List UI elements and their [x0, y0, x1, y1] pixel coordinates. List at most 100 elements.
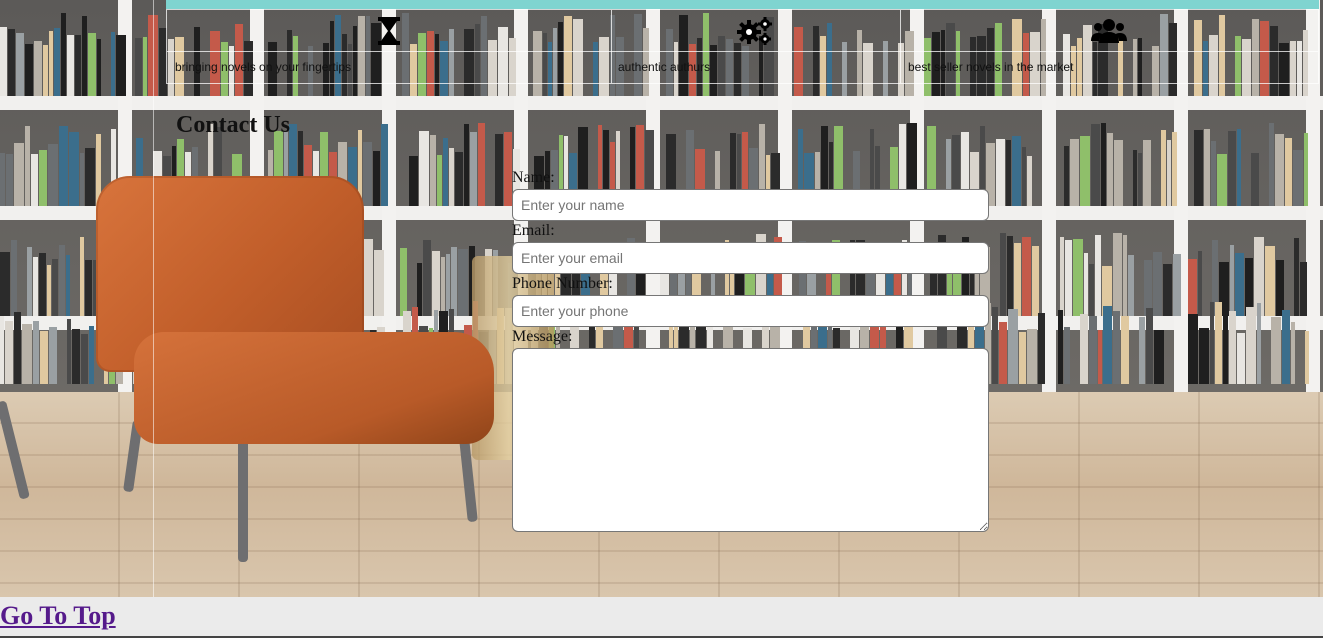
book-spine	[455, 152, 463, 206]
book-spine	[0, 316, 4, 384]
book-spine	[14, 143, 24, 206]
book-spine	[14, 312, 21, 384]
book-spine	[1230, 245, 1234, 316]
book-spine	[1153, 252, 1162, 316]
book-spine	[1065, 240, 1072, 316]
book-spine	[1114, 140, 1123, 206]
book-spine	[1121, 316, 1129, 384]
book-spine	[1064, 146, 1069, 206]
hourglass-icon	[369, 16, 409, 46]
contact-form: Name: Email: Phone Number: Message:	[512, 168, 990, 532]
message-label: Message:	[512, 328, 573, 345]
book-spine	[1300, 262, 1307, 316]
book-spine	[25, 126, 30, 206]
divider	[167, 51, 1318, 52]
book-spine	[0, 153, 5, 206]
book-spine	[451, 247, 457, 316]
book-spine	[1027, 329, 1037, 384]
book-spine	[1064, 327, 1070, 384]
book-spine	[1211, 141, 1216, 206]
book-spine	[374, 250, 384, 316]
book-spine	[464, 124, 469, 206]
book-spine	[1223, 306, 1228, 384]
book-spine	[75, 35, 81, 96]
book-spine	[1198, 251, 1202, 316]
gears-icon	[735, 16, 775, 46]
book-spine	[22, 324, 32, 384]
book-spine	[363, 239, 373, 316]
book-spine	[1123, 235, 1127, 316]
book-spine	[11, 240, 17, 316]
book-spine	[1210, 302, 1214, 384]
book-spine	[143, 37, 147, 96]
name-input[interactable]	[512, 189, 989, 221]
book-spine	[0, 27, 7, 96]
book-spine	[80, 153, 84, 206]
phone-input[interactable]	[512, 295, 989, 327]
email-label: Email:	[512, 222, 555, 239]
book-spine	[1022, 237, 1031, 316]
armchair-seat	[134, 332, 494, 444]
book-spine	[1167, 140, 1171, 206]
book-spine	[409, 156, 418, 206]
book-spine	[1006, 140, 1011, 206]
book-spine	[432, 251, 440, 316]
book-spine	[52, 259, 58, 316]
book-spine	[1113, 233, 1122, 316]
book-spine	[39, 253, 46, 316]
book-spine	[1265, 246, 1275, 316]
book-spine	[363, 142, 372, 206]
book-spine	[1154, 330, 1164, 384]
footer: Go To Top	[0, 597, 1323, 638]
book-spine	[1098, 330, 1102, 384]
book-spine	[1138, 153, 1142, 206]
book-spine	[1080, 136, 1090, 206]
book-spine	[1139, 317, 1145, 384]
book-spine	[0, 252, 10, 316]
book-spine	[373, 151, 380, 206]
book-spine	[1019, 332, 1026, 384]
book-spine	[1294, 238, 1299, 316]
book-spine	[446, 254, 450, 316]
book-spine	[1173, 254, 1181, 316]
book-spine	[85, 148, 95, 206]
book-spine	[1215, 302, 1222, 384]
book-spine	[1027, 156, 1032, 206]
features-strip: bringing novels on your fingertips authe…	[166, 9, 1319, 84]
book-spine	[54, 28, 60, 96]
message-textarea[interactable]	[512, 348, 989, 532]
book-spine	[47, 265, 51, 316]
book-spine	[423, 240, 431, 316]
email-input[interactable]	[512, 242, 989, 274]
book-spine	[1058, 310, 1063, 384]
book-spine	[6, 154, 13, 206]
book-spine	[1008, 309, 1018, 384]
book-spine	[1235, 253, 1244, 316]
book-spine	[400, 248, 407, 316]
book-spine	[39, 150, 47, 206]
book-spine	[80, 237, 84, 316]
book-spine	[25, 44, 33, 96]
book-spine	[1305, 331, 1309, 384]
book-spine	[34, 41, 42, 96]
book-spine	[1188, 314, 1198, 384]
book-spine	[1304, 133, 1308, 206]
book-spine	[1291, 322, 1295, 384]
book-spine	[999, 322, 1007, 384]
book-spine	[1204, 129, 1210, 206]
book-spine	[72, 329, 80, 384]
book-spine	[89, 326, 94, 384]
book-spine	[1032, 246, 1039, 316]
book-spine	[1038, 313, 1045, 384]
book-spine	[1285, 138, 1292, 206]
book-spine	[449, 148, 454, 206]
book-spine	[111, 32, 115, 96]
go-to-top-link[interactable]: Go To Top	[0, 601, 116, 631]
book-spine	[458, 249, 468, 316]
book-spine	[1084, 253, 1088, 316]
book-spine	[1060, 237, 1064, 316]
book-spine	[1095, 235, 1101, 316]
book-spine	[1091, 124, 1100, 206]
feature-text-authors: authentic authurs	[618, 60, 711, 74]
book-spine	[430, 135, 436, 206]
